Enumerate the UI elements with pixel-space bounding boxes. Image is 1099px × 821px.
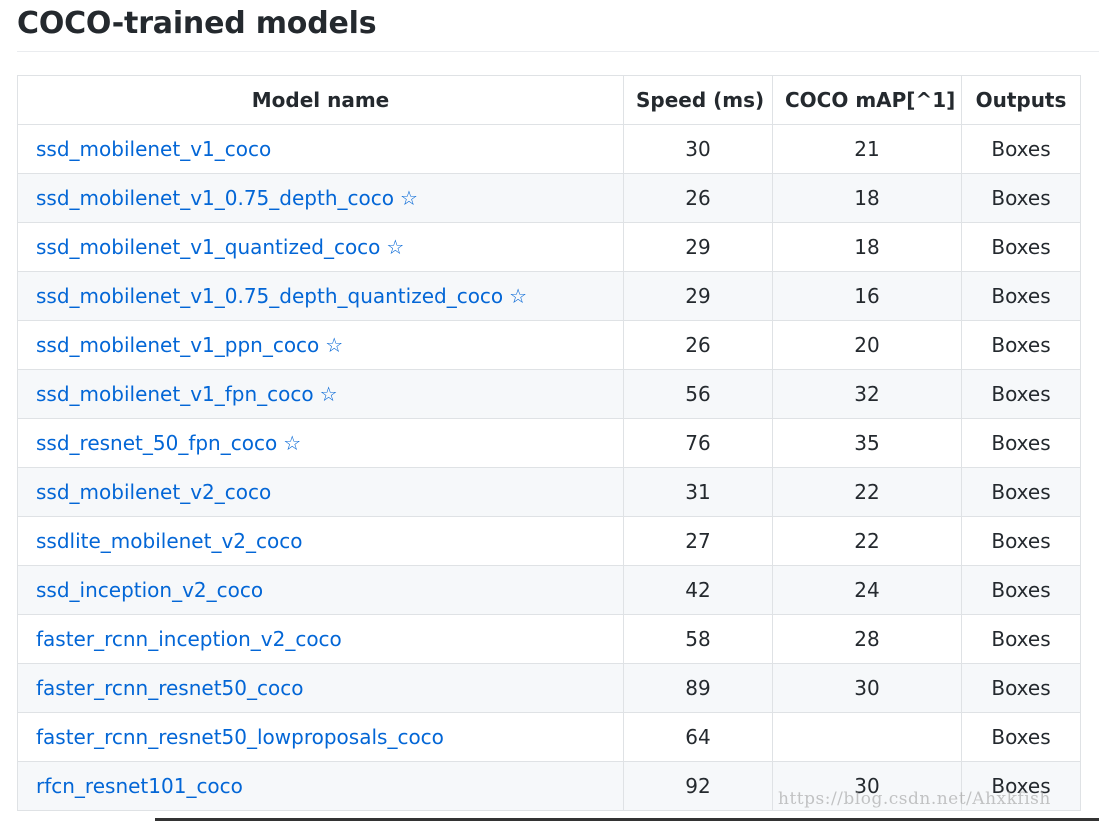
model-link[interactable]: ssd_mobilenet_v1_coco: [36, 137, 271, 161]
outputs-cell: Boxes: [961, 516, 1081, 566]
outputs-cell: Boxes: [961, 467, 1081, 517]
outputs-cell: Boxes: [961, 418, 1081, 468]
speed-cell: 31: [623, 467, 773, 517]
speed-cell: 64: [623, 712, 773, 762]
table-row: ssd_mobilenet_v2_coco 31 22 Boxes: [17, 467, 1081, 517]
speed-cell: 27: [623, 516, 773, 566]
map-cell: 32: [772, 369, 962, 419]
model-name-cell: ssd_mobilenet_v1_fpn_coco ☆: [17, 369, 624, 419]
model-link[interactable]: ssd_mobilenet_v1_0.75_depth_quantized_co…: [36, 284, 503, 308]
model-name-cell: ssd_mobilenet_v1_0.75_depth_quantized_co…: [17, 271, 624, 321]
model-link[interactable]: ssdlite_mobilenet_v2_coco: [36, 529, 302, 553]
model-link[interactable]: ssd_mobilenet_v1_ppn_coco: [36, 333, 319, 357]
model-name-cell: ssd_resnet_50_fpn_coco ☆: [17, 418, 624, 468]
table-header: Model name Speed (ms) COCO mAP[^1] Outpu…: [17, 75, 1081, 125]
outputs-cell: Boxes: [961, 222, 1081, 272]
model-link[interactable]: ssd_inception_v2_coco: [36, 578, 263, 602]
page-heading: COCO-trained models: [17, 6, 377, 41]
model-name-cell: ssd_mobilenet_v1_ppn_coco ☆: [17, 320, 624, 370]
speed-cell: 29: [623, 271, 773, 321]
star-icon: ☆: [283, 431, 302, 455]
header-row: Model name Speed (ms) COCO mAP[^1] Outpu…: [17, 75, 1081, 125]
model-link[interactable]: faster_rcnn_inception_v2_coco: [36, 627, 342, 651]
speed-cell: 89: [623, 663, 773, 713]
map-cell: 24: [772, 565, 962, 615]
model-name-cell: ssdlite_mobilenet_v2_coco: [17, 516, 624, 566]
outputs-cell: Boxes: [961, 173, 1081, 223]
table-row: ssd_mobilenet_v1_fpn_coco ☆ 56 32 Boxes: [17, 369, 1081, 419]
watermark: https://blog.csdn.net/Ahxkfish: [778, 789, 1051, 809]
star-icon: ☆: [386, 235, 405, 259]
map-cell: [772, 712, 962, 762]
column-header-model-name: Model name: [17, 75, 624, 125]
outputs-cell: Boxes: [961, 712, 1081, 762]
speed-cell: 76: [623, 418, 773, 468]
model-link[interactable]: ssd_mobilenet_v1_0.75_depth_coco: [36, 186, 394, 210]
table-row: ssd_mobilenet_v1_0.75_depth_quantized_co…: [17, 271, 1081, 321]
map-cell: 22: [772, 467, 962, 517]
speed-cell: 42: [623, 565, 773, 615]
speed-cell: 26: [623, 173, 773, 223]
map-cell: 21: [772, 124, 962, 174]
model-name-cell: faster_rcnn_resnet50_coco: [17, 663, 624, 713]
table-row: ssd_mobilenet_v1_quantized_coco ☆ 29 18 Boxe…: [17, 222, 1081, 272]
table-row: ssd_resnet_50_fpn_coco ☆ 76 35 Boxes: [17, 418, 1081, 468]
outputs-cell: Boxes: [961, 369, 1081, 419]
speed-cell: 58: [623, 614, 773, 664]
model-name-cell: rfcn_resnet101_coco: [17, 761, 624, 811]
star-icon: ☆: [325, 333, 344, 357]
model-name-cell: faster_rcnn_resnet50_lowproposals_coco: [17, 712, 624, 762]
table-row: faster_rcnn_resnet50_lowproposals_coco 64…: [17, 712, 1081, 762]
map-cell: 16: [772, 271, 962, 321]
star-icon: ☆: [509, 284, 528, 308]
table-row: ssdlite_mobilenet_v2_coco 27 22 Boxes: [17, 516, 1081, 566]
markdown-page: COCO-trained models Model name Speed (ms…: [0, 0, 1099, 821]
model-link[interactable]: rfcn_resnet101_coco: [36, 774, 243, 798]
speed-cell: 26: [623, 320, 773, 370]
outputs-cell: Boxes: [961, 663, 1081, 713]
column-header-outputs: Outputs: [961, 75, 1081, 125]
model-link[interactable]: ssd_mobilenet_v1_quantized_coco: [36, 235, 380, 259]
map-cell: 30: [772, 663, 962, 713]
table-row: faster_rcnn_resnet50_coco 89 30 Boxes: [17, 663, 1081, 713]
speed-cell: 30: [623, 124, 773, 174]
table-row: ssd_mobilenet_v1_ppn_coco ☆ 26 20 Boxes: [17, 320, 1081, 370]
outputs-cell: Boxes: [961, 124, 1081, 174]
model-name-cell: ssd_mobilenet_v1_coco: [17, 124, 624, 174]
table-row: ssd_mobilenet_v1_coco 30 21 Boxes: [17, 124, 1081, 174]
star-icon: ☆: [319, 382, 338, 406]
model-link[interactable]: faster_rcnn_resnet50_coco: [36, 676, 303, 700]
map-cell: 28: [772, 614, 962, 664]
map-cell: 18: [772, 222, 962, 272]
model-name-cell: ssd_mobilenet_v2_coco: [17, 467, 624, 517]
model-link[interactable]: ssd_mobilenet_v2_coco: [36, 480, 271, 504]
speed-cell: 92: [623, 761, 773, 811]
column-header-speed: Speed (ms): [623, 75, 773, 125]
model-name-cell: ssd_mobilenet_v1_quantized_coco ☆: [17, 222, 624, 272]
table-row: ssd_inception_v2_coco 42 24 Boxes: [17, 565, 1081, 615]
model-name-cell: faster_rcnn_inception_v2_coco: [17, 614, 624, 664]
column-header-map: COCO mAP[^1]: [772, 75, 962, 125]
outputs-cell: Boxes: [961, 320, 1081, 370]
outputs-cell: Boxes: [961, 271, 1081, 321]
speed-cell: 56: [623, 369, 773, 419]
map-cell: 35: [772, 418, 962, 468]
table-body: ssd_mobilenet_v1_coco 30 21 Boxes ssd_mobile…: [17, 124, 1081, 811]
model-link[interactable]: ssd_resnet_50_fpn_coco: [36, 431, 277, 455]
models-table: Model name Speed (ms) COCO mAP[^1] Outpu…: [17, 75, 1081, 811]
map-cell: 22: [772, 516, 962, 566]
model-name-cell: ssd_inception_v2_coco: [17, 565, 624, 615]
outputs-cell: Boxes: [961, 565, 1081, 615]
speed-cell: 29: [623, 222, 773, 272]
model-link[interactable]: ssd_mobilenet_v1_fpn_coco: [36, 382, 314, 406]
star-icon: ☆: [399, 186, 418, 210]
map-cell: 20: [772, 320, 962, 370]
heading-divider: [17, 51, 1099, 52]
map-cell: 18: [772, 173, 962, 223]
model-link[interactable]: faster_rcnn_resnet50_lowproposals_coco: [36, 725, 444, 749]
table-row: ssd_mobilenet_v1_0.75_depth_coco ☆ 26 18 Box…: [17, 173, 1081, 223]
table-row: faster_rcnn_inception_v2_coco 58 28 Boxes: [17, 614, 1081, 664]
model-name-cell: ssd_mobilenet_v1_0.75_depth_coco ☆: [17, 173, 624, 223]
outputs-cell: Boxes: [961, 614, 1081, 664]
